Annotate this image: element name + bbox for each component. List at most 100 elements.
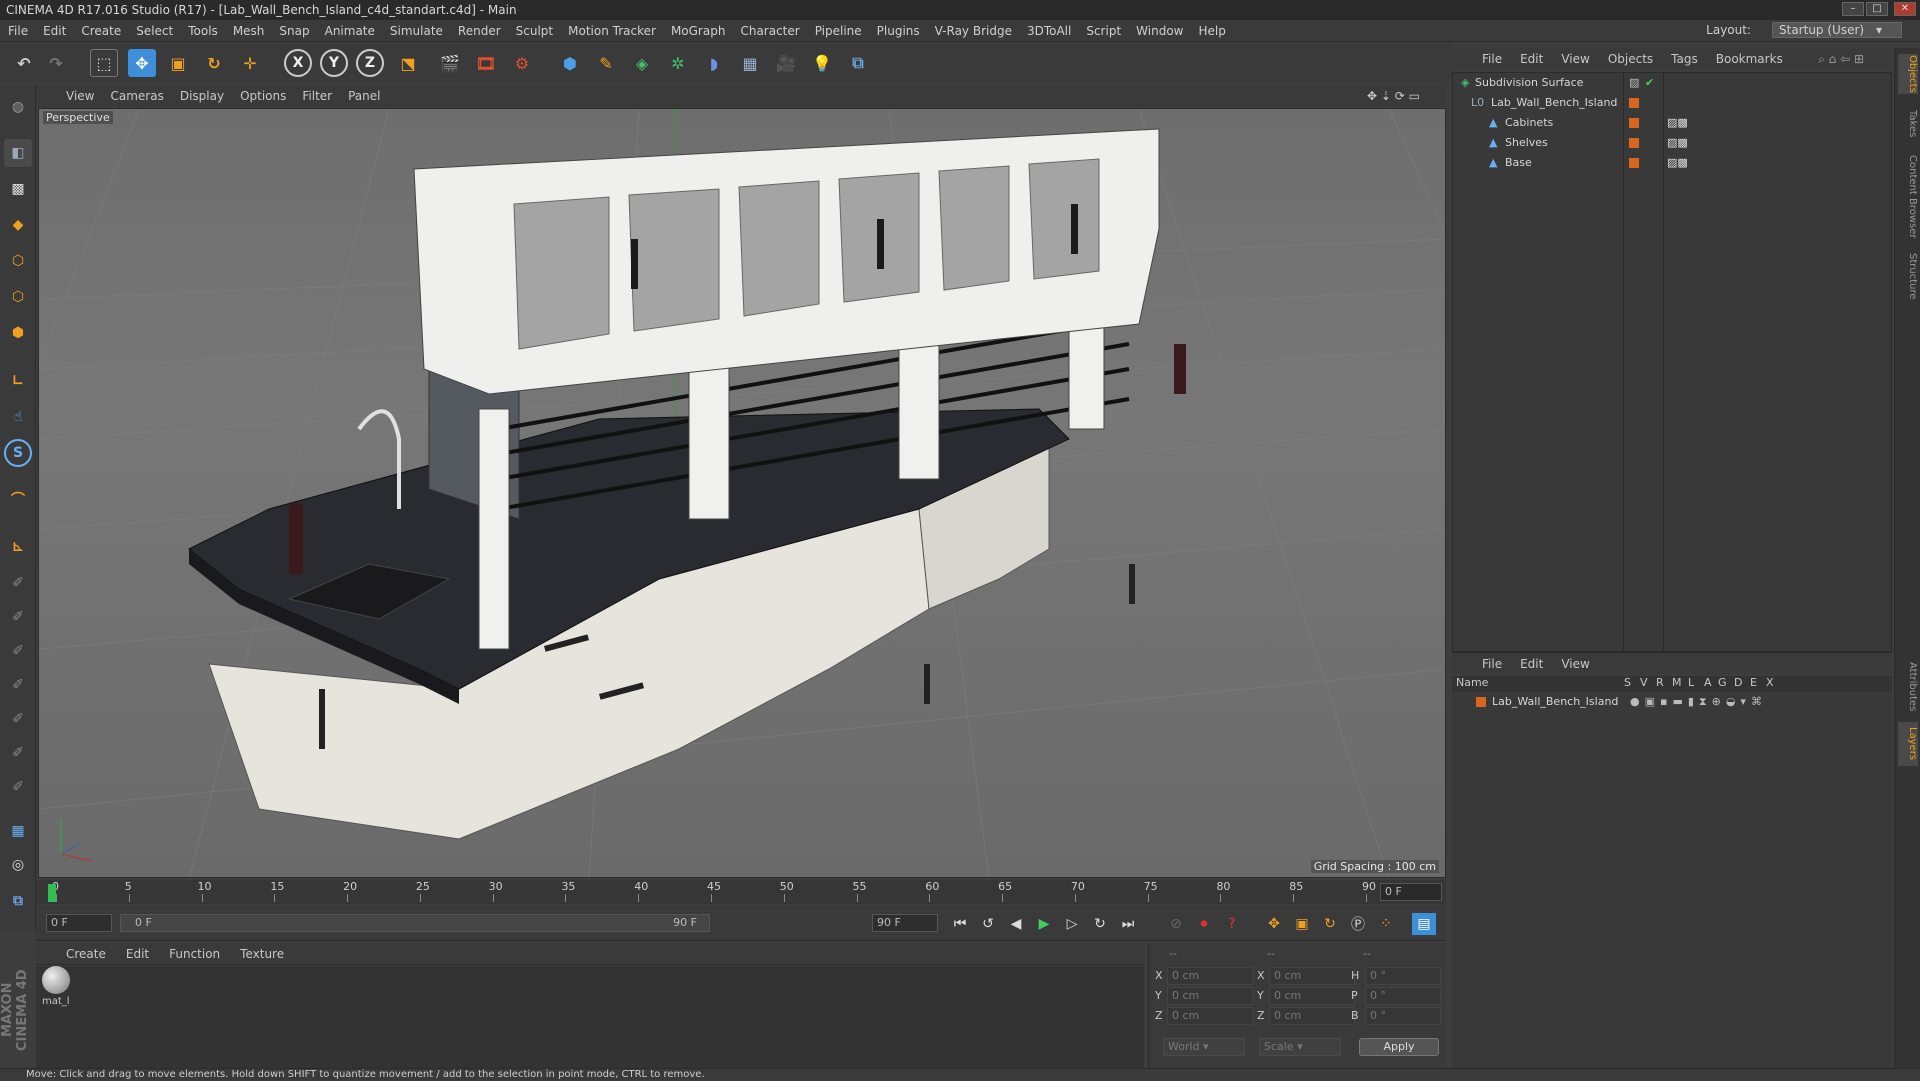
viewport-menu-options[interactable]: Options bbox=[240, 89, 286, 103]
go-to-end-icon[interactable]: ⏭ bbox=[1116, 913, 1140, 935]
key-parameter-icon[interactable]: Ⓟ bbox=[1346, 913, 1370, 935]
tree-row-subdivision-surface[interactable]: ◈ Subdivision Surface ▨ ✔ bbox=[1453, 73, 1893, 93]
edges-mode-icon[interactable]: ⬡ bbox=[4, 283, 32, 311]
grab-brush-icon[interactable]: ✐ bbox=[4, 773, 32, 801]
tweak-mode-icon[interactable]: ☝ bbox=[4, 403, 32, 431]
texture-tag-icon[interactable]: ▨▩ bbox=[1667, 153, 1688, 173]
viewport-menu-panel[interactable]: Panel bbox=[348, 89, 380, 103]
light-icon[interactable]: 💡 bbox=[808, 49, 836, 77]
tree-row-base[interactable]: ▲ Base ▨▩ bbox=[1453, 153, 1893, 173]
position-x-field[interactable]: 0 cm bbox=[1167, 967, 1253, 985]
cube-object-icon[interactable]: ⬢ bbox=[556, 49, 584, 77]
rotation-p-field[interactable]: 0 ° bbox=[1365, 987, 1441, 1005]
key-position-icon[interactable]: ✥ bbox=[1262, 913, 1286, 935]
material-name[interactable]: mat_l bbox=[42, 996, 70, 1007]
key-rotation-icon[interactable]: ↻ bbox=[1318, 913, 1342, 935]
menu-script[interactable]: Script bbox=[1086, 24, 1121, 38]
3d-viewport[interactable]: Perspective Grid Spacing : 100 cm bbox=[38, 108, 1446, 878]
tab-layers[interactable]: Layers bbox=[1898, 722, 1918, 766]
z-axis-lock-button[interactable]: Z bbox=[356, 49, 384, 77]
enable-axis-icon[interactable]: ⊾ bbox=[4, 533, 32, 561]
tab-takes[interactable]: Takes bbox=[1898, 104, 1918, 144]
layer-color-swatch[interactable] bbox=[1476, 697, 1486, 707]
key-scale-icon[interactable]: ▣ bbox=[1290, 913, 1314, 935]
menu-animate[interactable]: Animate bbox=[325, 24, 375, 38]
snap-icon[interactable]: S bbox=[4, 439, 32, 467]
menu-help[interactable]: Help bbox=[1198, 24, 1225, 38]
material-menu-create[interactable]: Create bbox=[66, 947, 106, 961]
size-x-field[interactable]: 0 cm bbox=[1269, 967, 1355, 985]
menu-snap[interactable]: Snap bbox=[279, 24, 309, 38]
magnet-icon[interactable]: ⌒ bbox=[4, 485, 32, 513]
transform-tool-icon[interactable]: ✛ bbox=[236, 49, 264, 77]
menu-create[interactable]: Create bbox=[81, 24, 121, 38]
viewport-nav-icons[interactable]: ✥ ⇣ ⟳ ▭ bbox=[1367, 89, 1420, 103]
render-settings-icon[interactable]: ⚙ bbox=[508, 49, 536, 77]
menu-character[interactable]: Character bbox=[740, 24, 799, 38]
objects-menu-tags[interactable]: Tags bbox=[1671, 52, 1698, 66]
rotate-tool-icon[interactable]: ↻ bbox=[200, 49, 228, 77]
subdivision-surface-icon[interactable]: ◈ bbox=[628, 49, 656, 77]
menu-sculpt[interactable]: Sculpt bbox=[516, 24, 553, 38]
material-menu-function[interactable]: Function bbox=[169, 947, 220, 961]
layer-toggle-icons[interactable]: ●▣▪▬▮⧗⊕◒▾⌘ bbox=[1630, 692, 1767, 712]
menu-tools[interactable]: Tools bbox=[188, 24, 218, 38]
tab-attributes[interactable]: Attributes bbox=[1898, 658, 1918, 716]
tree-row-shelves[interactable]: ▲ Shelves ▨▩ bbox=[1453, 133, 1893, 153]
apply-button[interactable]: Apply bbox=[1359, 1038, 1439, 1056]
relax-brush-icon[interactable]: ✐ bbox=[4, 637, 32, 665]
position-z-field[interactable]: 0 cm bbox=[1167, 1007, 1253, 1025]
texture-tag-icon[interactable]: ▨▩ bbox=[1667, 133, 1688, 153]
menu-plugins[interactable]: Plugins bbox=[877, 24, 920, 38]
menu-3dtoall[interactable]: 3DToAll bbox=[1027, 24, 1071, 38]
objects-menu-view[interactable]: View bbox=[1561, 52, 1589, 66]
end-frame-field[interactable]: 90 F bbox=[872, 914, 938, 932]
record-active-icon[interactable]: ⏺ bbox=[1192, 913, 1216, 935]
layer-name[interactable]: Lab_Wall_Bench_Island bbox=[1492, 692, 1618, 712]
move-tool-icon[interactable]: ✥ bbox=[128, 49, 156, 77]
enabled-check-icon[interactable]: ✔ bbox=[1645, 73, 1654, 93]
redo-icon[interactable]: ↷ bbox=[42, 49, 70, 77]
lock-workplane-icon[interactable]: ▦ bbox=[4, 817, 32, 845]
layer-color-swatch[interactable] bbox=[1629, 138, 1639, 148]
playhead[interactable] bbox=[48, 884, 56, 902]
menu-mesh[interactable]: Mesh bbox=[233, 24, 265, 38]
cloner-icon[interactable]: ✲ bbox=[664, 49, 692, 77]
timeline-ruler[interactable]: 051015202530354045505560657075808590 0 F bbox=[36, 880, 1446, 904]
menu-file[interactable]: File bbox=[8, 24, 28, 38]
axis-mode-icon[interactable]: ∟ bbox=[4, 367, 32, 395]
objects-menu-file[interactable]: File bbox=[1482, 52, 1502, 66]
viewport-menu-cameras[interactable]: Cameras bbox=[110, 89, 163, 103]
menu-select[interactable]: Select bbox=[136, 24, 173, 38]
rotation-h-field[interactable]: 0 ° bbox=[1365, 967, 1441, 985]
size-z-field[interactable]: 0 cm bbox=[1269, 1007, 1355, 1025]
rotation-b-field[interactable]: 0 ° bbox=[1365, 1007, 1441, 1025]
object-name[interactable]: Shelves bbox=[1505, 133, 1548, 153]
size-mode-dropdown[interactable]: Scale ▾ bbox=[1259, 1038, 1341, 1056]
points-mode-icon[interactable]: ⬡ bbox=[4, 247, 32, 275]
pull-brush-icon[interactable]: ✐ bbox=[4, 671, 32, 699]
record-off-icon[interactable]: ⊘ bbox=[1164, 913, 1188, 935]
menu-mograph[interactable]: MoGraph bbox=[671, 24, 726, 38]
menu-edit[interactable]: Edit bbox=[43, 24, 66, 38]
tree-row-lab-wall-bench-island[interactable]: L0 Lab_Wall_Bench_Island bbox=[1453, 93, 1893, 113]
maximize-button[interactable]: □ bbox=[1866, 2, 1888, 16]
y-axis-lock-button[interactable]: Y bbox=[320, 49, 348, 77]
menu-motion-tracker[interactable]: Motion Tracker bbox=[568, 24, 656, 38]
iron-brush-icon[interactable]: ✐ bbox=[4, 705, 32, 733]
undo-icon[interactable]: ↶ bbox=[10, 49, 38, 77]
render-view-icon[interactable]: 🎬 bbox=[436, 49, 464, 77]
viewport-menu-view[interactable]: View bbox=[66, 89, 94, 103]
previous-key-icon[interactable]: ↺ bbox=[976, 913, 1000, 935]
frame-range-slider[interactable]: 0 F 90 F bbox=[120, 914, 710, 932]
object-manager-search-icon[interactable]: ⌕ ⌂ ⇦ ⊞ bbox=[1818, 52, 1864, 67]
object-name[interactable]: Lab_Wall_Bench_Island bbox=[1491, 93, 1617, 113]
viewport-menu-display[interactable]: Display bbox=[180, 89, 224, 103]
layer-row[interactable]: Lab_Wall_Bench_Island ●▣▪▬▮⧗⊕◒▾⌘ bbox=[1452, 692, 1892, 712]
object-name[interactable]: Subdivision Surface bbox=[1475, 73, 1583, 93]
viewport-menu-filter[interactable]: Filter bbox=[302, 89, 332, 103]
tree-row-cabinets[interactable]: ▲ Cabinets ▨▩ bbox=[1453, 113, 1893, 133]
next-key-icon[interactable]: ↻ bbox=[1088, 913, 1112, 935]
autokey-icon[interactable]: ? bbox=[1220, 913, 1244, 935]
scale-tool-icon[interactable]: ▣ bbox=[164, 49, 192, 77]
